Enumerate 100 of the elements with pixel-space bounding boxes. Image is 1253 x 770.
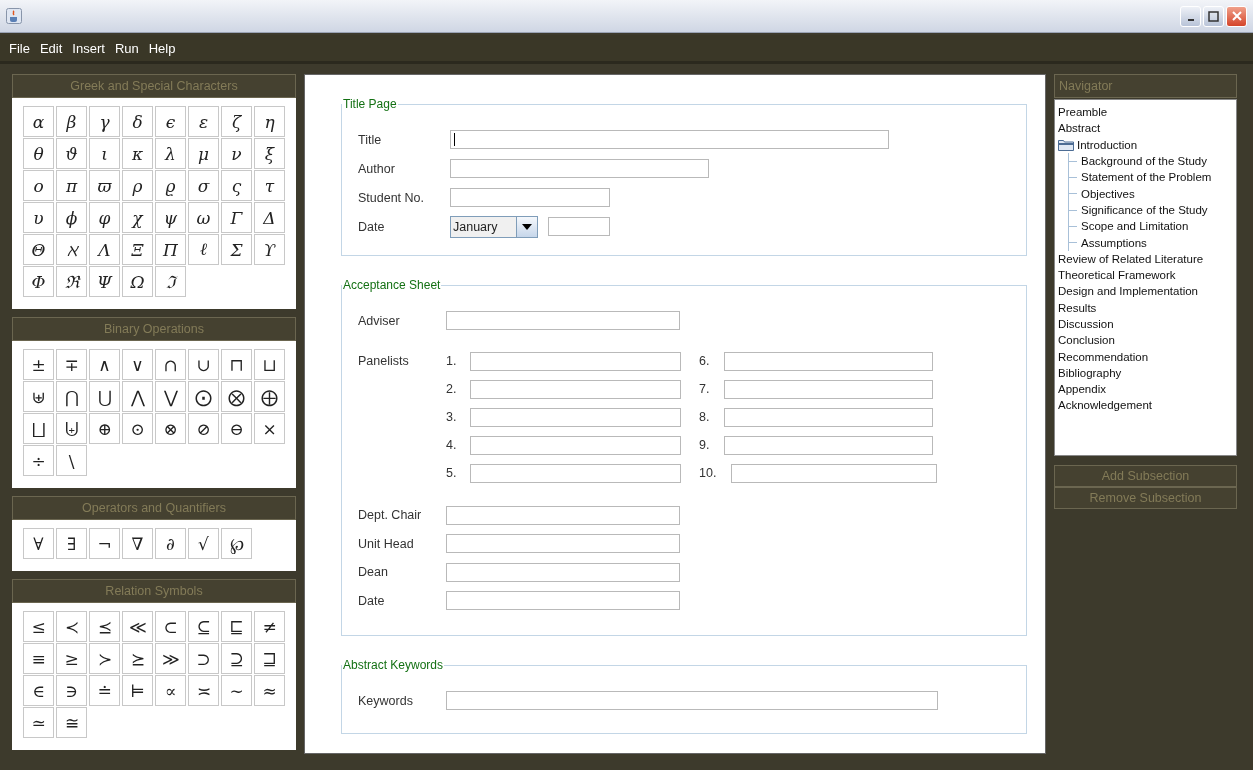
symbol-button[interactable]: ⊕ xyxy=(89,413,120,444)
symbol-button[interactable]: ± xyxy=(23,349,54,380)
symbol-button[interactable]: ⊗ xyxy=(155,413,186,444)
tree-item[interactable]: Conclusion xyxy=(1058,332,1233,349)
symbol-button[interactable]: ⊎ xyxy=(23,381,54,412)
menu-item[interactable]: Run xyxy=(109,40,144,56)
symbol-button[interactable]: ⋃ xyxy=(89,381,120,412)
symbol-button[interactable]: ∼ xyxy=(221,675,252,706)
symbol-button[interactable]: ¬ xyxy=(89,528,120,559)
symbol-button[interactable]: \ xyxy=(56,445,87,476)
text-field[interactable] xyxy=(446,311,680,330)
tree-item[interactable]: Discussion xyxy=(1058,315,1233,333)
symbol-button[interactable]: ϑ xyxy=(56,138,87,169)
tree-item[interactable]: Introduction xyxy=(1058,136,1233,153)
text-field[interactable] xyxy=(470,351,681,371)
symbol-button[interactable]: Π xyxy=(155,234,186,265)
text-field[interactable] xyxy=(724,379,933,399)
symbol-button[interactable]: π xyxy=(56,170,87,201)
text-field[interactable] xyxy=(548,217,610,236)
menu-item[interactable]: Help xyxy=(143,40,181,56)
symbol-button[interactable]: ≈ xyxy=(254,675,285,706)
symbol-button[interactable]: ℘ xyxy=(221,528,252,559)
symbol-button[interactable]: ∓ xyxy=(56,349,87,380)
symbol-button[interactable]: ⊓ xyxy=(221,349,252,380)
symbol-button[interactable]: Θ xyxy=(23,234,54,265)
text-field[interactable] xyxy=(450,130,889,149)
symbol-button[interactable]: σ xyxy=(188,170,219,201)
symbol-button[interactable]: ς xyxy=(221,170,252,201)
symbol-button[interactable]: ⊖ xyxy=(221,413,252,444)
symbol-button[interactable]: ℑ xyxy=(155,266,186,297)
symbol-button[interactable]: ⋂ xyxy=(56,381,87,412)
symbol-button[interactable]: ⨀ xyxy=(188,381,219,412)
menu-item[interactable]: Insert xyxy=(67,40,110,56)
symbol-button[interactable]: ∨ xyxy=(122,349,153,380)
text-field[interactable] xyxy=(724,407,933,427)
minimize-button[interactable] xyxy=(1180,5,1201,27)
symbol-button[interactable]: τ xyxy=(254,170,285,201)
symbol-button[interactable]: ⊂ xyxy=(155,611,186,642)
tree-item[interactable]: Statement of the Problem xyxy=(1069,169,1233,186)
symbol-button[interactable]: ⊃ xyxy=(188,643,219,674)
tree-item[interactable]: Significance of the Study xyxy=(1069,201,1233,219)
symbol-button[interactable]: ⨆ xyxy=(23,413,54,444)
text-field[interactable] xyxy=(450,159,709,178)
symbol-button[interactable]: υ xyxy=(23,202,54,233)
tree-item[interactable]: Assumptions xyxy=(1069,234,1233,251)
symbol-button[interactable]: ⋁ xyxy=(155,381,186,412)
symbol-button[interactable]: ∈ xyxy=(23,675,54,706)
symbol-button[interactable]: ℜ xyxy=(56,266,87,297)
text-field[interactable] xyxy=(470,435,681,455)
symbol-button[interactable]: ϖ xyxy=(89,170,120,201)
text-field[interactable] xyxy=(450,188,610,207)
symbol-button[interactable]: ≻ xyxy=(89,643,120,674)
symbol-button[interactable]: ε xyxy=(188,106,219,137)
symbol-button[interactable]: ⊒ xyxy=(254,643,285,674)
symbol-button[interactable]: λ xyxy=(155,138,186,169)
symbol-button[interactable]: ∋ xyxy=(56,675,87,706)
symbol-button[interactable]: ⊇ xyxy=(221,643,252,674)
symbol-button[interactable]: ⋀ xyxy=(122,381,153,412)
symbol-button[interactable]: ∝ xyxy=(155,675,186,706)
tree-item[interactable]: Theoretical Framework xyxy=(1058,266,1233,284)
symbol-button[interactable]: β xyxy=(56,106,87,137)
symbol-button[interactable]: ϵ xyxy=(155,106,186,137)
tree-item[interactable]: Bibliography xyxy=(1058,364,1233,382)
symbol-button[interactable]: ν xyxy=(221,138,252,169)
text-field[interactable] xyxy=(724,435,933,455)
symbol-button[interactable]: ψ xyxy=(155,202,186,233)
symbol-button[interactable]: ≐ xyxy=(89,675,120,706)
symbol-button[interactable]: Ξ xyxy=(122,234,153,265)
symbol-button[interactable]: ο xyxy=(23,170,54,201)
symbol-button[interactable]: θ xyxy=(23,138,54,169)
text-field[interactable] xyxy=(446,562,680,582)
tree-item[interactable]: Review of Related Literature xyxy=(1058,250,1233,267)
symbol-button[interactable]: ÷ xyxy=(23,445,54,476)
symbol-button[interactable]: ϒ xyxy=(254,234,285,265)
symbol-button[interactable]: ξ xyxy=(254,138,285,169)
symbol-button[interactable]: ⊔ xyxy=(254,349,285,380)
symbol-button[interactable]: × xyxy=(254,413,285,444)
symbol-button[interactable]: ≃ xyxy=(23,707,54,738)
menu-item[interactable]: File xyxy=(4,40,35,56)
symbol-button[interactable]: ∧ xyxy=(89,349,120,380)
text-field[interactable] xyxy=(731,463,937,483)
symbol-button[interactable]: ≡ xyxy=(23,643,54,674)
symbol-button[interactable]: Ω xyxy=(122,266,153,297)
text-field[interactable] xyxy=(470,379,681,399)
symbol-button[interactable]: ⪰ xyxy=(122,643,153,674)
symbol-button[interactable]: η xyxy=(254,106,285,137)
close-button[interactable] xyxy=(1226,5,1247,27)
symbol-button[interactable]: μ xyxy=(188,138,219,169)
symbol-button[interactable]: ∃ xyxy=(56,528,87,559)
symbol-button[interactable]: ≥ xyxy=(56,643,87,674)
symbol-button[interactable]: ∂ xyxy=(155,528,186,559)
symbol-button[interactable]: κ xyxy=(122,138,153,169)
tree-item[interactable]: Abstract xyxy=(1058,120,1233,137)
symbol-button[interactable]: ≅ xyxy=(56,707,87,738)
symbol-button[interactable]: φ xyxy=(89,202,120,233)
symbol-button[interactable]: ∇ xyxy=(122,528,153,559)
text-field[interactable] xyxy=(470,407,681,427)
symbol-button[interactable]: ϕ xyxy=(56,202,87,233)
tree-item[interactable]: Appendix xyxy=(1058,381,1233,398)
symbol-button[interactable]: ⊘ xyxy=(188,413,219,444)
